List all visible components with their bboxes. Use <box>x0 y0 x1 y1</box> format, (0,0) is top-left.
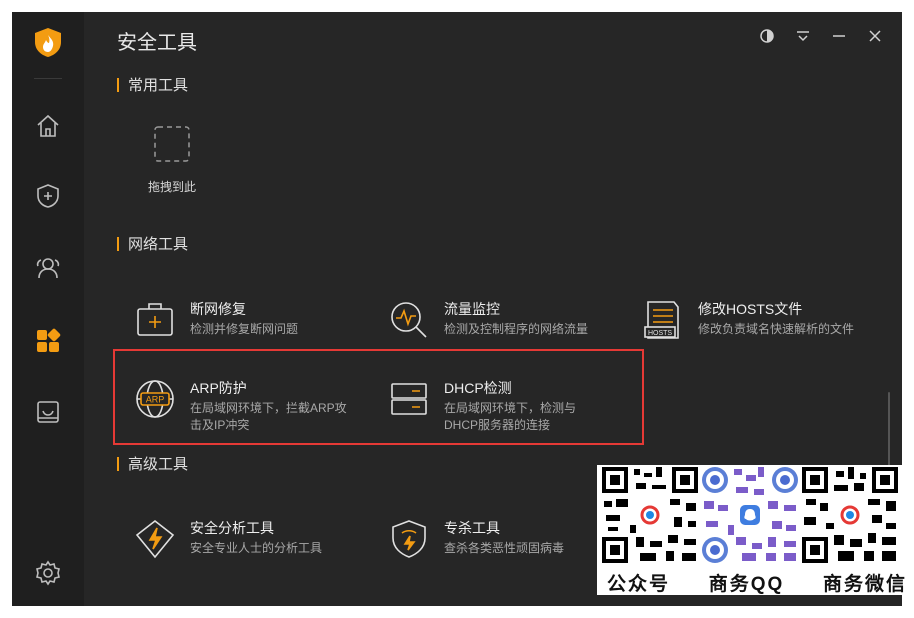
tool-desc: 修改负责域名快速解析的文件 <box>698 322 855 336</box>
section-common-tools: 常用工具 <box>117 74 188 95</box>
section-accent-bar <box>117 456 119 471</box>
users-icon <box>36 258 60 279</box>
skin-button[interactable] <box>757 26 777 46</box>
sidebar-item-protection[interactable] <box>30 178 66 214</box>
flame-shield-logo-icon <box>30 24 66 60</box>
tool-desc: 检测及控制程序的网络流量 <box>444 322 589 336</box>
home-icon <box>37 114 59 137</box>
tool-traffic-monitor[interactable]: 流量监控 检测及控制程序的网络流量 <box>388 299 638 355</box>
close-icon <box>869 30 881 42</box>
logo-divider <box>34 78 62 79</box>
magnifier-pulse-icon <box>391 302 427 338</box>
close-button[interactable] <box>865 26 885 46</box>
dashed-square-icon <box>154 126 190 162</box>
tool-security-analysis[interactable]: 安全分析工具 安全专业人士的分析工具 <box>134 518 384 574</box>
minimize-button[interactable] <box>829 26 849 46</box>
shield-plus-icon <box>37 184 59 208</box>
box-icon <box>37 401 59 423</box>
section-network-tools: 网络工具 <box>117 233 188 254</box>
tool-desc: 查杀各类恶性顽固病毒 <box>444 541 565 555</box>
diamond-bolt-icon <box>135 519 175 559</box>
qr-labels: 公众号 商务QQ 商务微信 <box>607 569 907 596</box>
section-title-text: 网络工具 <box>128 236 189 253</box>
sidebar-item-box[interactable] <box>30 394 66 430</box>
sidebar-item-home[interactable] <box>30 108 66 144</box>
tool-name: 专杀工具 <box>444 520 500 536</box>
sidebar-item-users[interactable] <box>30 250 66 286</box>
tool-hosts[interactable]: HOSTS 修改HOSTS文件 修改负责域名快速解析的文件 <box>642 299 892 355</box>
tool-name: 流量监控 <box>444 301 500 317</box>
qr-code-panel: 公众号 商务QQ 商务微信 <box>597 465 905 595</box>
shield-bolt-icon <box>392 520 426 558</box>
tool-name: 修改HOSTS文件 <box>698 301 803 317</box>
sidebar <box>12 12 84 606</box>
dropdown-menu-icon <box>797 31 809 42</box>
qr-code-qq-icon <box>700 465 800 565</box>
contrast-icon <box>760 29 774 43</box>
gear-icon <box>36 560 60 586</box>
sidebar-item-settings[interactable] <box>30 555 66 591</box>
drop-zone-label: 拖拽到此 <box>147 180 196 194</box>
highlight-box <box>113 349 644 445</box>
qr-label-official: 公众号 <box>607 574 671 595</box>
section-title-text: 高级工具 <box>128 456 189 473</box>
hosts-file-icon: HOSTS <box>644 301 679 339</box>
tool-desc: 安全专业人士的分析工具 <box>190 541 323 555</box>
qr-code-wechat-business-icon <box>800 465 900 565</box>
section-title-text: 常用工具 <box>128 77 189 94</box>
page-title: 安全工具 <box>117 32 197 54</box>
tool-desc: 检测并修复断网问题 <box>190 322 299 336</box>
section-advanced-tools: 高级工具 <box>117 453 188 474</box>
drop-zone[interactable]: 拖拽到此 <box>142 126 202 194</box>
qr-label-wechat: 商务微信 <box>822 574 907 595</box>
qr-label-qq: 商务QQ <box>708 574 785 595</box>
scrollbar-thumb[interactable] <box>888 392 890 472</box>
tool-net-repair[interactable]: 断网修复 检测并修复断网问题 <box>134 299 384 355</box>
section-accent-bar <box>117 236 119 251</box>
first-aid-kit-icon <box>137 303 173 336</box>
section-accent-bar <box>117 77 119 92</box>
tool-name: 安全分析工具 <box>190 520 274 536</box>
minimize-icon <box>833 35 845 37</box>
menu-button[interactable] <box>793 26 813 46</box>
svg-text:HOSTS: HOSTS <box>648 330 672 337</box>
tool-name: 断网修复 <box>190 301 246 317</box>
apps-icon <box>37 328 61 352</box>
sidebar-item-tools[interactable] <box>30 323 66 359</box>
qr-code-wechat-official-icon <box>600 465 700 565</box>
